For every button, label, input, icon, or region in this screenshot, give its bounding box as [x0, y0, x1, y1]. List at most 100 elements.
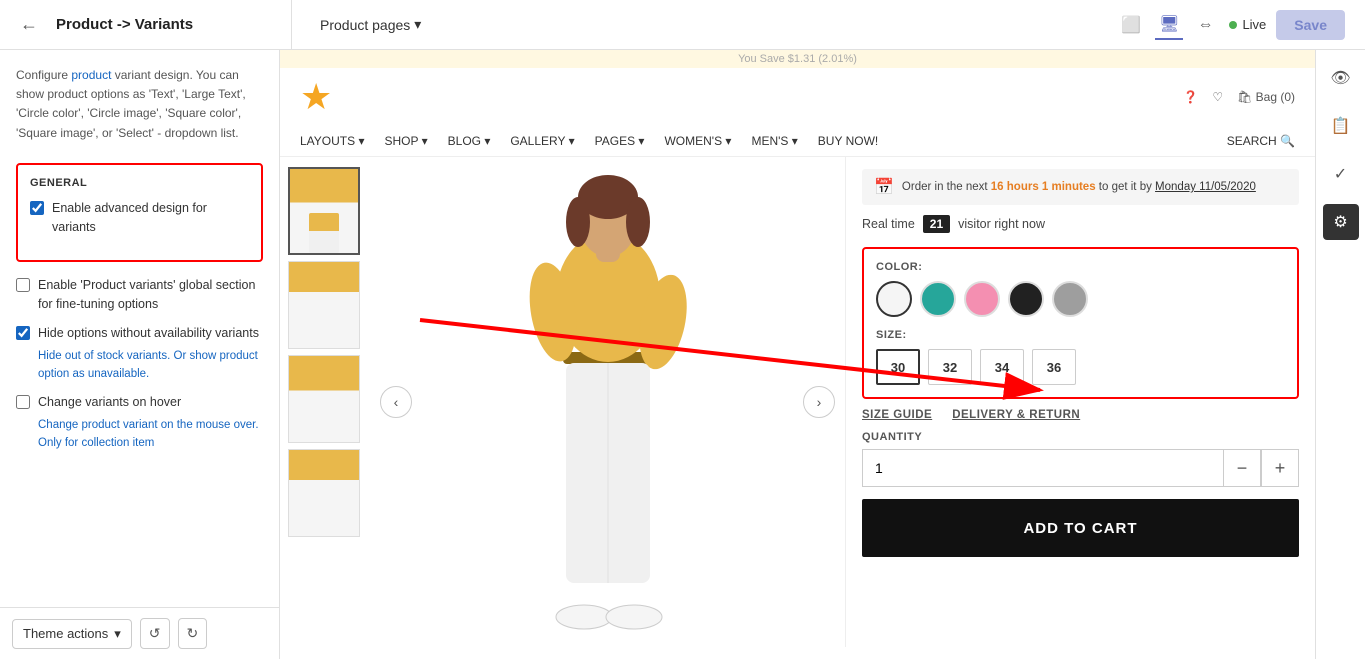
theme-actions-label: Theme actions — [23, 626, 108, 641]
size-btn-34[interactable]: 34 — [980, 349, 1024, 385]
view-icons: ⬜ 🖥 ⇔ — [1117, 10, 1217, 40]
preview-iframe-wrapper: You Save $1.31 (2.01%) ★ ❓ ♡ 🛍 Bag (0) L… — [280, 50, 1315, 659]
size-btn-36[interactable]: 36 — [1032, 349, 1076, 385]
size-btn-32[interactable]: 32 — [928, 349, 972, 385]
nav-mens[interactable]: MEN'S ▾ — [751, 134, 797, 148]
wishlist-icon[interactable]: ♡ — [1212, 90, 1223, 104]
checkbox-row-4: Change variants on hover — [16, 393, 263, 412]
color-swatch-black[interactable] — [1008, 281, 1044, 317]
top-bar-left: ← Product -> Variants — [12, 0, 292, 49]
check-icon[interactable]: ✓ — [1323, 156, 1359, 192]
settings-gear-icon[interactable]: ⚙ — [1323, 204, 1359, 240]
preview-area: You Save $1.31 (2.01%) ★ ❓ ♡ 🛍 Bag (0) L… — [280, 50, 1315, 659]
theme-actions-chevron: ▾ — [114, 626, 121, 642]
left-sidebar: Configure product variant design. You ca… — [0, 50, 280, 659]
live-dot — [1229, 21, 1237, 29]
sidebar-content: Configure product variant design. You ca… — [0, 50, 279, 607]
variants-box: COLOR: SIZE: 30 32 — [862, 247, 1299, 399]
savings-bar: You Save $1.31 (2.01%) — [280, 50, 1315, 68]
product-pages-dropdown[interactable]: Product pages ▾ — [320, 16, 421, 33]
nav-buynow[interactable]: BUY NOW! — [818, 134, 878, 148]
wide-view-btn[interactable]: ⇔ — [1193, 12, 1217, 38]
checkbox-row-2: Enable 'Product variants' global section… — [16, 276, 263, 314]
hide-options-label: Hide options without availability varian… — [38, 324, 259, 343]
order-banner: 📅 Order in the next 16 hours 1 minutes t… — [862, 169, 1299, 205]
top-bar-center: Product pages ▾ ⬜ 🖥 ⇔ — [304, 10, 1217, 40]
change-variants-hover-checkbox[interactable] — [16, 395, 30, 409]
top-bar: ← Product -> Variants Product pages ▾ ⬜ … — [0, 0, 1365, 50]
size-options: 30 32 34 36 — [876, 349, 1285, 385]
prev-image-button[interactable]: ‹ — [380, 386, 412, 418]
nav-gallery[interactable]: GALLERY ▾ — [510, 134, 574, 148]
product-image-svg — [478, 167, 738, 647]
main-layout: Configure product variant design. You ca… — [0, 50, 1365, 659]
size-guide-link[interactable]: SIZE GUIDE — [862, 409, 932, 421]
nav-womens[interactable]: WOMEN'S ▾ — [664, 134, 731, 148]
visitor-count: 21 — [923, 215, 950, 233]
add-to-cart-button[interactable]: ADD TO CART — [862, 499, 1299, 557]
redo-button[interactable]: ↻ — [178, 618, 208, 649]
right-panel: 👁 📋 ✓ ⚙ — [1315, 50, 1365, 659]
store-top-icons: ❓ ♡ 🛍 Bag (0) — [1183, 90, 1295, 104]
quantity-label: QUANTITY — [862, 431, 1299, 443]
bag-icon[interactable]: 🛍 Bag (0) — [1237, 90, 1295, 104]
general-section-title: GENERAL — [30, 177, 249, 189]
delivery-return-link[interactable]: DELIVERY & RETURN — [952, 409, 1080, 421]
store-top-bar: ★ ❓ ♡ 🛍 Bag (0) — [300, 76, 1295, 126]
nav-blog[interactable]: BLOG ▾ — [448, 134, 491, 148]
color-swatch-white[interactable] — [876, 281, 912, 317]
thumbnail-3[interactable] — [288, 355, 360, 443]
store-header: ★ ❓ ♡ 🛍 Bag (0) LAYOUTS ▾ SHOP ▾ BLOG ▾ … — [280, 68, 1315, 157]
color-swatch-pink[interactable] — [964, 281, 1000, 317]
product-detail: 📅 Order in the next 16 hours 1 minutes t… — [845, 157, 1315, 647]
live-indicator: Live — [1229, 17, 1266, 32]
quantity-minus-button[interactable]: − — [1223, 449, 1261, 487]
nav-pages[interactable]: PAGES ▾ — [595, 134, 645, 148]
general-section: GENERAL Enable advanced design for varia… — [16, 163, 263, 263]
help-icon[interactable]: ❓ — [1183, 90, 1198, 104]
hide-options-hint: Hide out of stock variants. Or show prod… — [16, 347, 263, 384]
product-main-image: ‹ › — [370, 157, 845, 647]
enable-advanced-design-checkbox[interactable] — [30, 201, 44, 215]
sidebar-bottom: Theme actions ▾ ↺ ↻ — [0, 607, 279, 659]
preview-eye-icon[interactable]: 👁 — [1323, 60, 1359, 96]
enable-global-section-checkbox[interactable] — [16, 278, 30, 292]
save-button[interactable]: Save — [1276, 10, 1345, 40]
quantity-input[interactable] — [862, 449, 1223, 487]
size-label: SIZE: — [876, 329, 1285, 341]
product-area: ‹ › 📅 Order in the next 16 hours 1 minut… — [280, 157, 1315, 647]
checkbox-row-1: Enable advanced design for variants — [30, 199, 249, 237]
nav-shop[interactable]: SHOP ▾ — [384, 134, 427, 148]
next-image-button[interactable]: › — [803, 386, 835, 418]
nav-search[interactable]: SEARCH 🔍 — [1227, 134, 1295, 148]
quantity-row: − + — [862, 449, 1299, 487]
thumbnail-1[interactable] — [288, 167, 360, 255]
clipboard-icon[interactable]: 📋 — [1323, 108, 1359, 144]
change-variants-hover-hint: Change product variant on the mouse over… — [16, 416, 263, 453]
desktop-view-btn[interactable]: 🖥 — [1155, 10, 1183, 40]
top-bar-right: Live Save — [1229, 10, 1353, 40]
color-label: COLOR: — [876, 261, 1285, 273]
mobile-view-btn[interactable]: ⬜ — [1117, 11, 1145, 39]
theme-actions-button[interactable]: Theme actions ▾ — [12, 619, 132, 649]
breadcrumb-title: Product -> Variants — [56, 16, 193, 33]
checkbox-row-3: Hide options without availability varian… — [16, 324, 263, 343]
hide-options-checkbox[interactable] — [16, 326, 30, 340]
thumbnail-4[interactable] — [288, 449, 360, 537]
back-button[interactable]: ← — [12, 10, 46, 39]
enable-global-section-label: Enable 'Product variants' global section… — [38, 276, 263, 314]
change-variants-hover-label: Change variants on hover — [38, 393, 181, 412]
thumbnail-2[interactable] — [288, 261, 360, 349]
color-swatch-gray[interactable] — [1052, 281, 1088, 317]
nav-layouts[interactable]: LAYOUTS ▾ — [300, 134, 364, 148]
color-swatch-teal[interactable] — [920, 281, 956, 317]
product-thumbnails — [280, 157, 370, 647]
enable-advanced-design-label: Enable advanced design for variants — [52, 199, 249, 237]
undo-button[interactable]: ↺ — [140, 618, 170, 649]
links-row: SIZE GUIDE DELIVERY & RETURN — [862, 409, 1299, 421]
size-btn-30[interactable]: 30 — [876, 349, 920, 385]
store-nav: LAYOUTS ▾ SHOP ▾ BLOG ▾ GALLERY ▾ PAGES … — [300, 126, 1295, 156]
color-swatches — [876, 281, 1285, 317]
store-logo: ★ — [300, 76, 332, 118]
quantity-plus-button[interactable]: + — [1261, 449, 1299, 487]
